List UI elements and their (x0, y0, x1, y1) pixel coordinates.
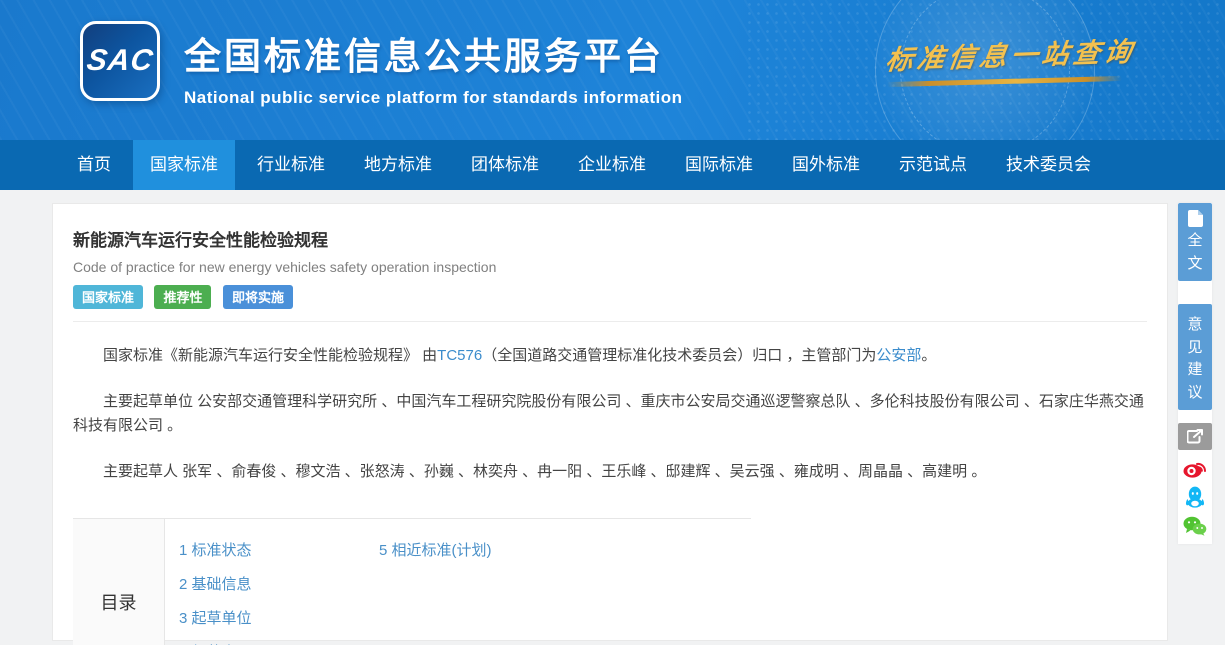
main-nav: 首页 国家标准 行业标准 地方标准 团体标准 企业标准 国际标准 国外标准 示范… (0, 140, 1225, 190)
social-share-group (1178, 450, 1212, 536)
toc-link-standard-status[interactable]: 1 标准状态 (179, 539, 379, 560)
weibo-icon[interactable] (1183, 458, 1207, 478)
nav-item-home[interactable]: 首页 (60, 140, 128, 190)
site-header: SAC 全国标准信息公共服务平台 National public service… (0, 0, 1225, 140)
tag-recommended: 推荐性 (154, 285, 211, 309)
standard-title-cn: 新能源汽车运行安全性能检验规程 (73, 226, 1147, 251)
site-subtitle: National public service platform for sta… (184, 88, 682, 108)
standard-detail-card: 新能源汽车运行安全性能检验规程 Code of practice for new… (52, 203, 1168, 641)
sac-logo[interactable]: SAC (80, 21, 160, 101)
tag-upcoming: 即将实施 (223, 285, 293, 309)
share-icon (1187, 429, 1204, 444)
paragraph-drafting-units: 主要起草单位 公安部交通管理科学研究所 、中国汽车工程研究院股份有限公司 、重庆… (73, 390, 1147, 438)
feedback-label: 意见建议 (1187, 314, 1203, 404)
tag-row: 国家标准 推荐性 即将实施 (73, 285, 1147, 322)
tc576-link[interactable]: TC576 (437, 347, 482, 364)
nav-item-foreign-standards[interactable]: 国外标准 (775, 140, 877, 190)
ministry-link[interactable]: 公安部 (876, 347, 921, 364)
tag-national-standard: 国家标准 (73, 285, 143, 309)
feedback-button[interactable]: 意见建议 (1178, 304, 1212, 410)
nav-item-group-standards[interactable]: 团体标准 (454, 140, 556, 190)
nav-item-technical-committees[interactable]: 技术委员会 (989, 140, 1108, 190)
floating-toolbar: 全文 意见建议 (1178, 203, 1212, 544)
wechat-icon[interactable] (1183, 516, 1207, 536)
toc-column-1: 1 标准状态 2 基础信息 3 起草单位 4 起草人 (179, 539, 379, 645)
para1-text2: （全国道路交通管理标准化技术委员会）归口 ，主管部门为 (482, 347, 876, 364)
toc-link-drafters[interactable]: 4 起草人 (179, 641, 379, 645)
toc-link-similar-standards[interactable]: 5 相近标准(计划) (379, 539, 492, 560)
fulltext-label: 全文 (1187, 230, 1203, 275)
slogan-text: 标准信息一站查询 (884, 30, 1139, 78)
toc-links: 1 标准状态 2 基础信息 3 起草单位 4 起草人 5 相近标准(计划) (165, 519, 751, 645)
nav-item-pilot-demos[interactable]: 示范试点 (882, 140, 984, 190)
nav-item-enterprise-standards[interactable]: 企业标准 (561, 140, 663, 190)
sac-logo-text: SAC (84, 44, 155, 78)
nav-item-national-standards[interactable]: 国家标准 (133, 140, 235, 190)
toc-link-drafting-units[interactable]: 3 起草单位 (179, 607, 379, 628)
nav-item-industry-standards[interactable]: 行业标准 (240, 140, 342, 190)
share-button[interactable] (1178, 423, 1212, 450)
qq-icon[interactable] (1185, 486, 1205, 508)
toc-link-basic-info[interactable]: 2 基础信息 (179, 573, 379, 594)
slogan-block: 标准信息一站查询 (887, 34, 1135, 84)
site-title-block: 全国标准信息公共服务平台 National public service pla… (184, 26, 682, 108)
table-of-contents: 目录 1 标准状态 2 基础信息 3 起草单位 4 起草人 5 相近标准(计划) (73, 518, 751, 645)
document-icon (1188, 210, 1203, 227)
toc-label: 目录 (73, 519, 165, 645)
site-title: 全国标准信息公共服务平台 (184, 26, 682, 80)
fulltext-button[interactable]: 全文 (1178, 203, 1212, 281)
nav-item-international-standards[interactable]: 国际标准 (668, 140, 770, 190)
nav-item-local-standards[interactable]: 地方标准 (347, 140, 449, 190)
standard-title-en: Code of practice for new energy vehicles… (73, 259, 1147, 275)
para1-text1: 国家标准《新能源汽车运行安全性能检验规程》 由 (103, 347, 437, 364)
para1-text3: 。 (921, 347, 936, 364)
paragraph-governance: 国家标准《新能源汽车运行安全性能检验规程》 由TC576（全国道路交通管理标准化… (73, 344, 1147, 368)
paragraph-drafters: 主要起草人 张军 、俞春俊 、穆文浩 、张怒涛 、孙巍 、林奕舟 、冉一阳 、王… (73, 460, 1147, 484)
toc-column-2: 5 相近标准(计划) (379, 539, 492, 645)
